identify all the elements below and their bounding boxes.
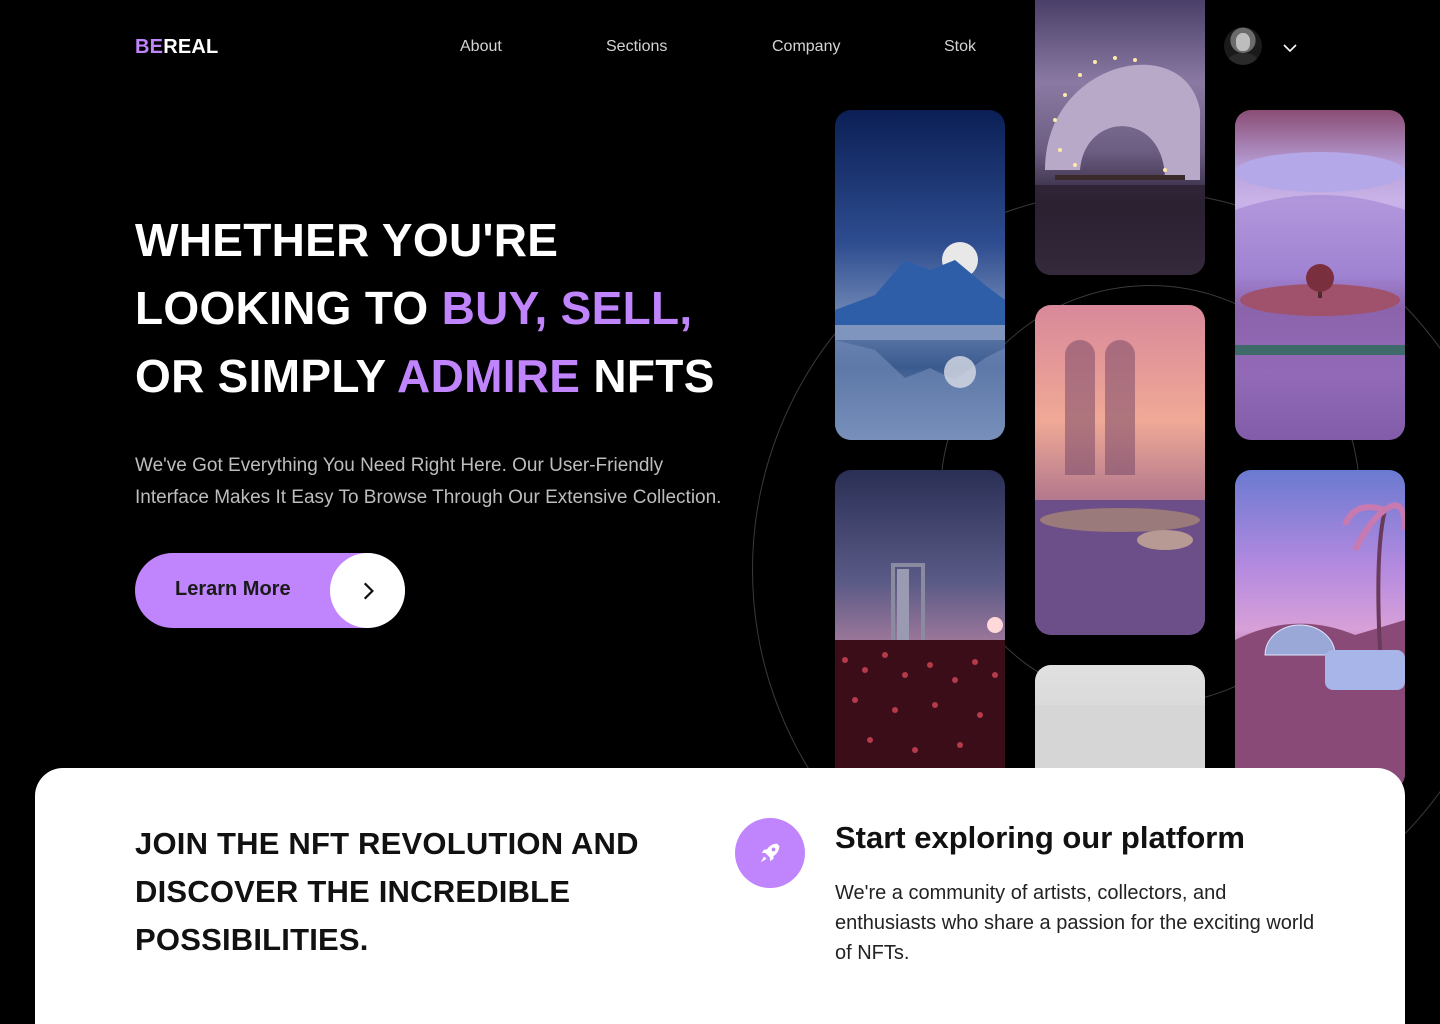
hero-title-line-1: WHETHER YOU'RE xyxy=(135,214,559,266)
panel-text: We're a community of artists, collectors… xyxy=(835,882,1315,964)
nft-card-moon-mountain[interactable] xyxy=(835,110,1005,440)
hero-subtitle: We've Got Everything You Need Right Here… xyxy=(135,450,815,514)
nft-card-tree-island[interactable] xyxy=(1235,110,1405,440)
door-field-art xyxy=(835,563,1005,790)
hero-title-line-2a: LOOKING TO xyxy=(135,282,442,334)
chevron-down-icon[interactable] xyxy=(1280,38,1300,58)
nft-card-door-field[interactable] xyxy=(835,470,1005,790)
tree-island-art xyxy=(1235,152,1405,440)
nav-link-stok[interactable]: Stok xyxy=(944,38,976,56)
chevron-right-icon xyxy=(330,553,405,628)
panel-title: JOIN THE NFT REVOLUTION AND DISCOVER THE… xyxy=(135,826,639,957)
avatar-body xyxy=(1228,53,1258,65)
pink-arches-art xyxy=(1035,340,1205,635)
avatar-face xyxy=(1236,33,1250,51)
panel-heading: Start exploring our platform xyxy=(835,820,1245,855)
nft-card-white-fog[interactable] xyxy=(1035,665,1205,785)
hero-title: WHETHER YOU'RE LOOKING TO BUY, SELL, OR … xyxy=(135,206,715,410)
hero-subtitle-line-1: We've Got Everything You Need Right Here… xyxy=(135,455,664,476)
nft-card-arch-lights[interactable] xyxy=(1035,0,1205,275)
nav-link-company[interactable]: Company xyxy=(772,38,840,56)
palm-dome-art xyxy=(1235,502,1405,790)
nav-link-about[interactable]: About xyxy=(460,38,502,56)
info-panel: JOIN THE NFT REVOLUTION AND DISCOVER THE… xyxy=(35,768,1405,1024)
nft-card-pink-arches[interactable] xyxy=(1035,305,1205,635)
hero-subtitle-line-2: Interface Makes It Easy To Browse Throug… xyxy=(135,487,722,508)
white-fog-art xyxy=(1035,705,1205,785)
user-avatar[interactable] xyxy=(1224,27,1262,65)
moon-mountain-art xyxy=(835,242,1005,440)
hero-title-highlight-buy-sell: BUY, SELL, xyxy=(441,282,693,334)
hero-title-line-3a: OR SIMPLY xyxy=(135,350,398,402)
rocket-icon xyxy=(735,818,805,888)
learn-more-label: Lerarn More xyxy=(175,578,291,600)
hero-title-highlight-admire: ADMIRE xyxy=(397,350,581,402)
hero-title-line-3b: NFTS xyxy=(580,350,715,402)
nft-card-palm-dome[interactable] xyxy=(1235,470,1405,790)
nav-link-sections[interactable]: Sections xyxy=(606,38,667,56)
learn-more-button[interactable]: Lerarn More xyxy=(135,553,405,628)
arch-lights-art xyxy=(1035,56,1205,275)
